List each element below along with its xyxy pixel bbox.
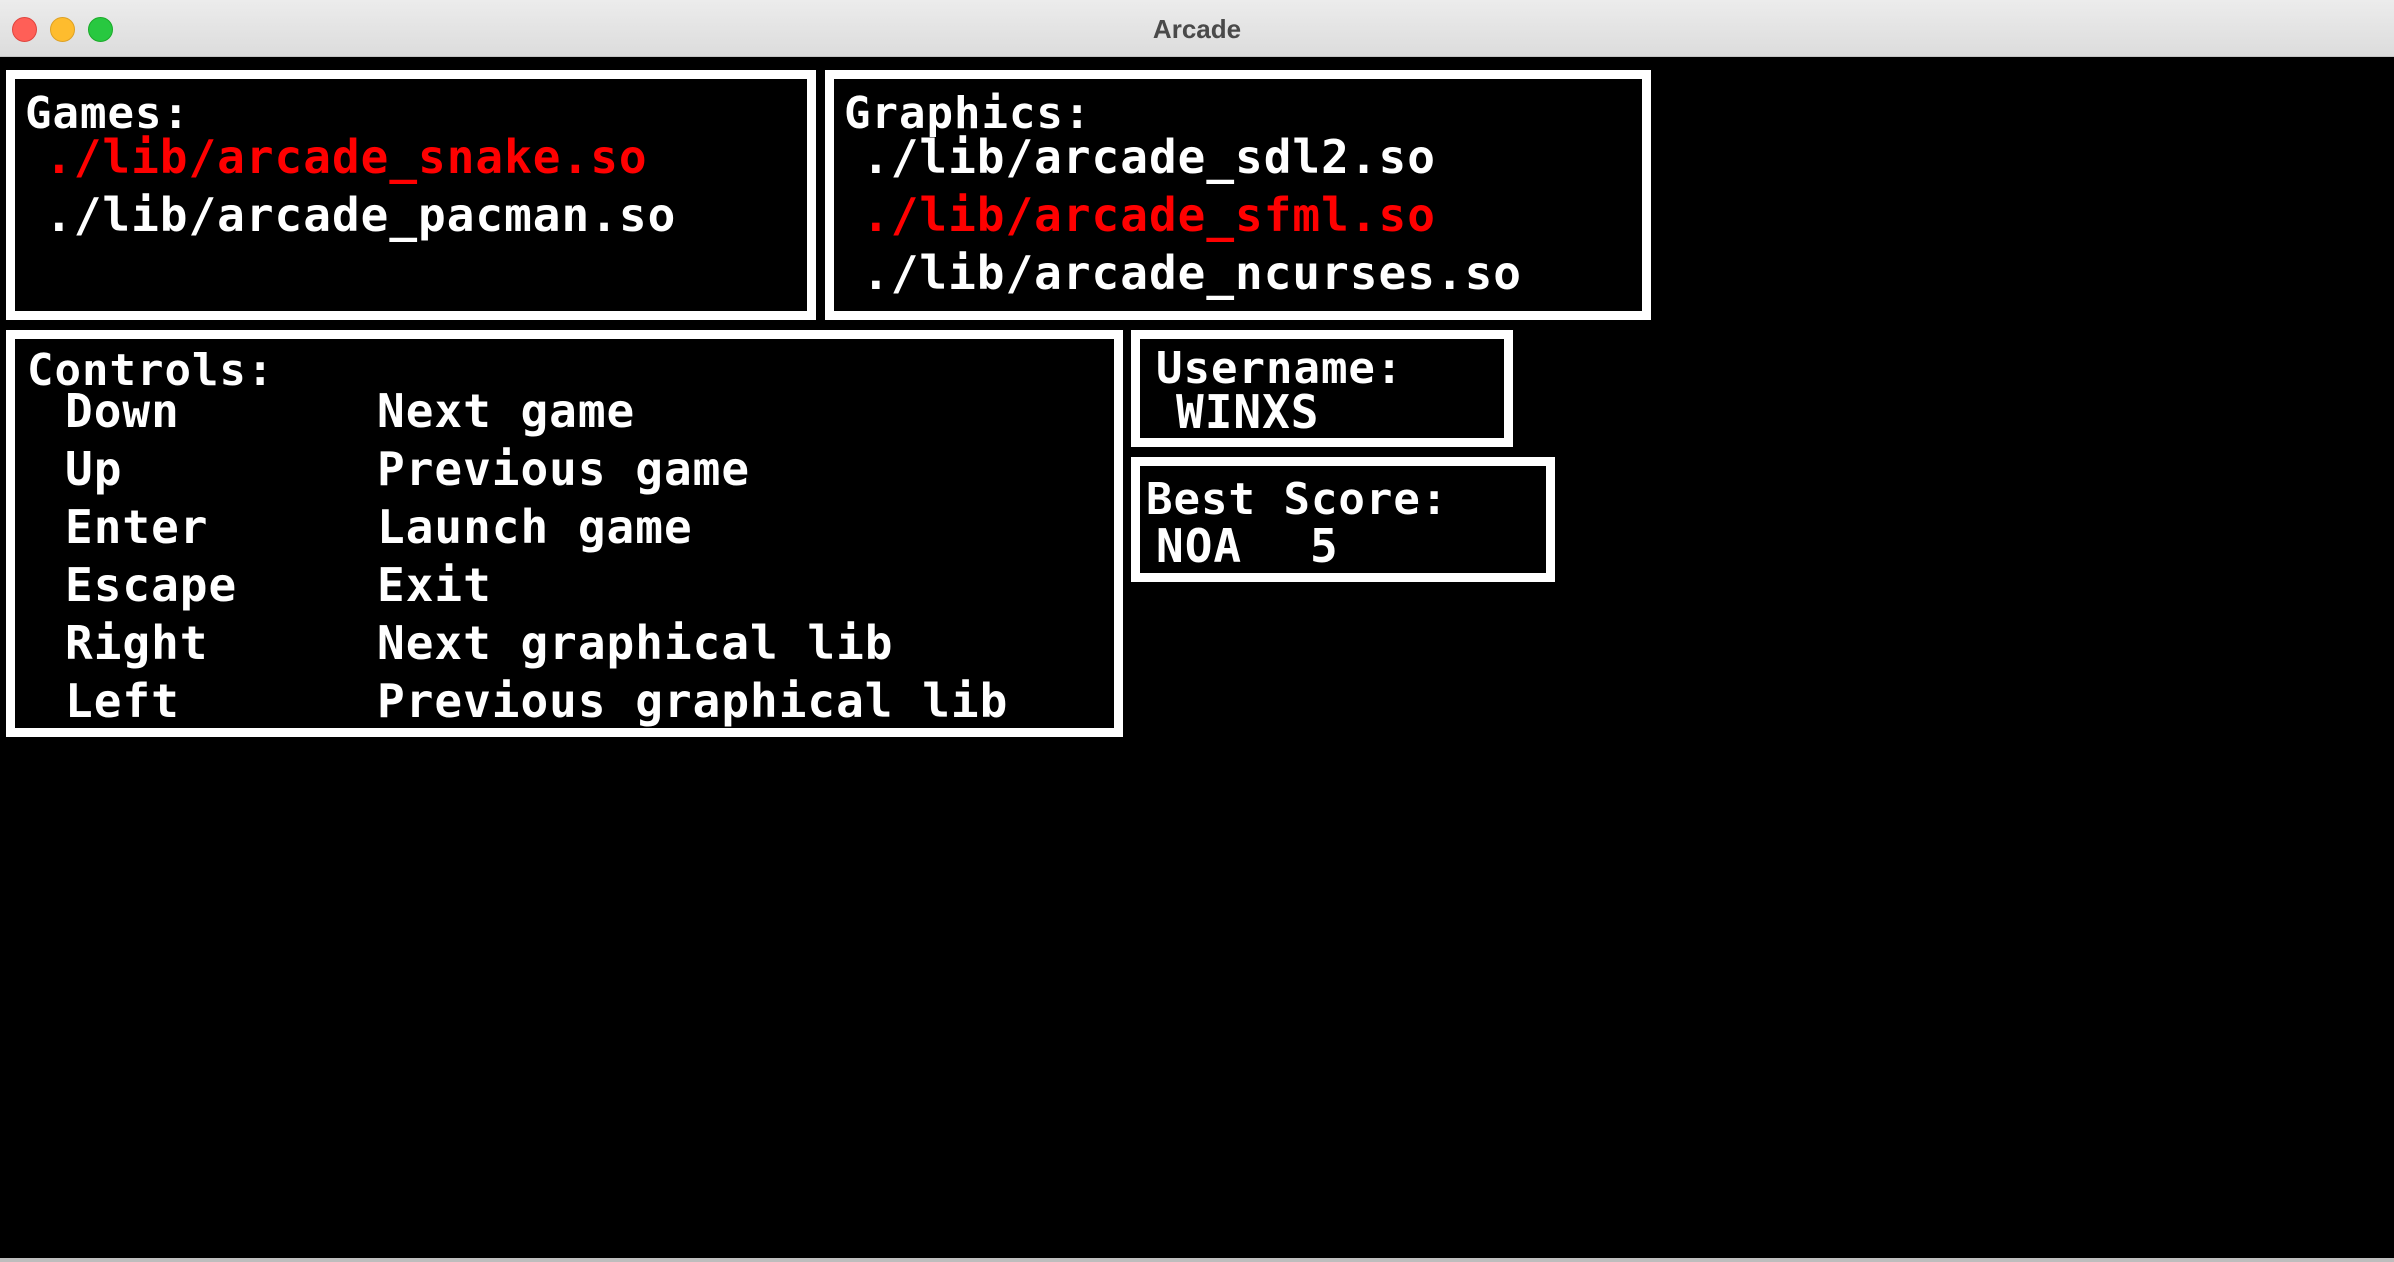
- title-bar[interactable]: Arcade: [0, 0, 2394, 57]
- control-action-left: Previous graphical lib: [377, 674, 1009, 728]
- control-action-up: Previous game: [377, 442, 751, 496]
- control-key-escape: Escape: [65, 558, 238, 612]
- control-key-left: Left: [65, 674, 180, 728]
- graphics-item-ncurses[interactable]: ./lib/arcade_ncurses.so: [862, 250, 1522, 296]
- arcade-window: Arcade Games: ./lib/arcade_snake.so ./li…: [0, 0, 2394, 1262]
- game-item-snake[interactable]: ./lib/arcade_snake.so: [45, 134, 648, 180]
- control-action-right: Next graphical lib: [377, 616, 894, 670]
- window-bottom-edge: [0, 1258, 2394, 1262]
- best-score-heading: Best Score:: [1146, 474, 1449, 525]
- control-action-down: Next game: [377, 384, 636, 438]
- username-value: WINXS: [1176, 385, 1320, 439]
- username-panel: Username: WINXS: [1131, 330, 1513, 447]
- best-score-panel: Best Score: NOA 5: [1131, 457, 1555, 582]
- graphics-item-sdl2[interactable]: ./lib/arcade_sdl2.so: [862, 134, 1436, 180]
- control-action-escape: Exit: [377, 558, 492, 612]
- control-key-right: Right: [65, 616, 209, 670]
- control-key-down: Down: [65, 384, 180, 438]
- control-key-enter: Enter: [65, 500, 209, 554]
- games-panel: Games: ./lib/arcade_snake.so ./lib/arcad…: [6, 70, 816, 320]
- graphics-panel: Graphics: ./lib/arcade_sdl2.so ./lib/arc…: [825, 70, 1651, 320]
- game-item-pacman[interactable]: ./lib/arcade_pacman.so: [45, 192, 676, 238]
- control-action-enter: Launch game: [377, 500, 693, 554]
- controls-panel: Controls: Down Next game Up Previous gam…: [6, 330, 1123, 737]
- best-score-player: NOA: [1156, 519, 1243, 573]
- graphics-item-sfml[interactable]: ./lib/arcade_sfml.so: [862, 192, 1436, 238]
- game-canvas[interactable]: Games: ./lib/arcade_snake.so ./lib/arcad…: [0, 57, 2394, 1258]
- control-key-up: Up: [65, 442, 123, 496]
- window-title: Arcade: [1152, 14, 1242, 44]
- best-score-value: 5: [1310, 519, 1339, 573]
